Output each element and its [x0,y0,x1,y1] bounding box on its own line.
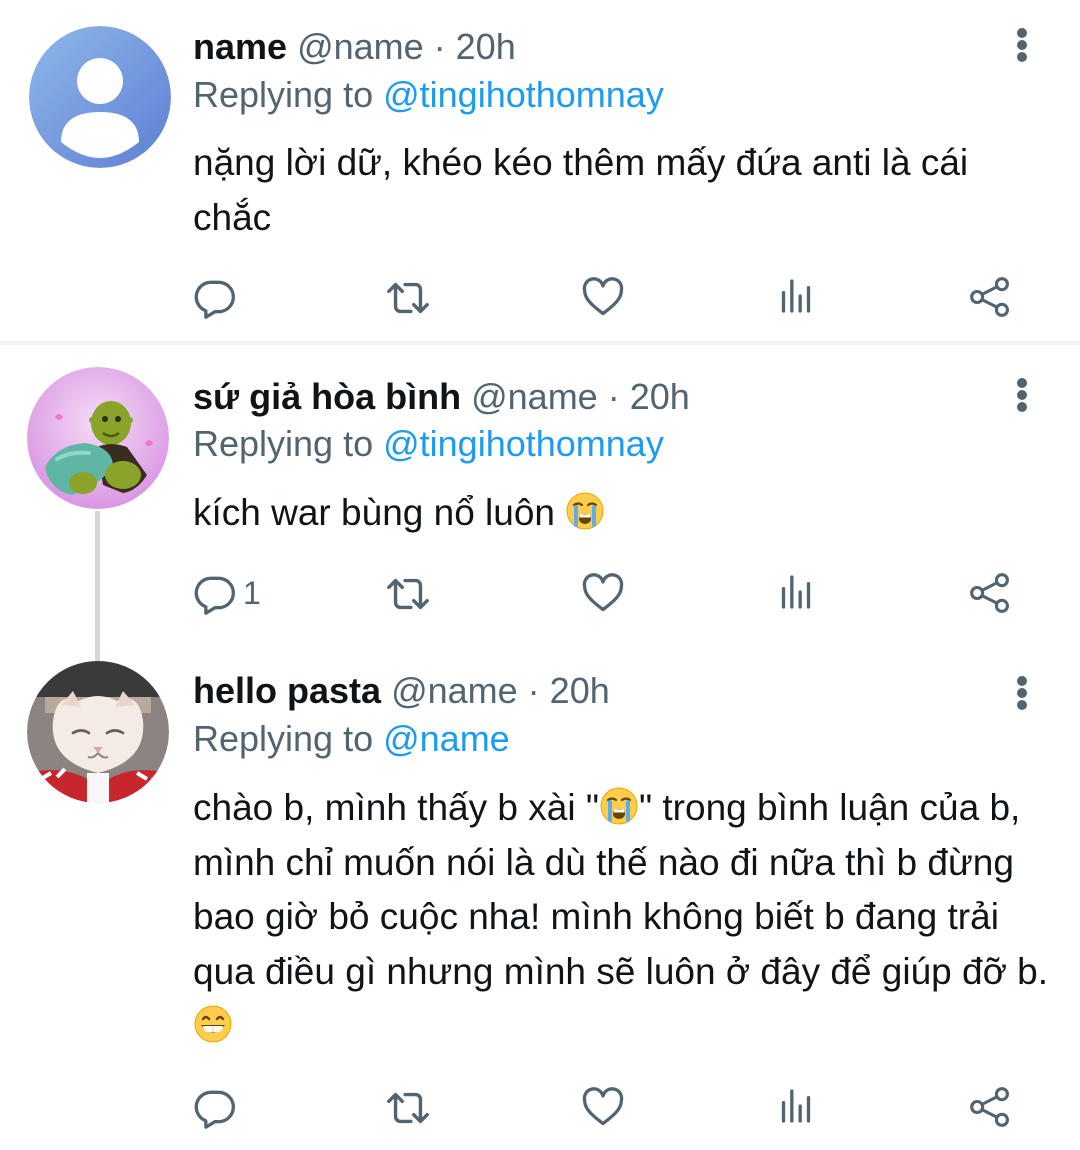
views-button[interactable] [776,571,816,621]
mention-link[interactable]: @tingihothomnay [383,423,664,464]
like-button[interactable] [581,1085,625,1135]
replying-to: Replying to @name [193,716,510,762]
replying-to-label: Replying to [193,718,384,759]
more-options-button[interactable] [1010,24,1034,64]
reply-button[interactable]: 1 [193,571,283,621]
tweet-3[interactable]: hello pasta @name · 20h Replying to @nam… [0,655,1080,1150]
cat-avatar[interactable] [27,661,169,803]
views-icon [776,571,816,613]
share-button[interactable] [968,571,1012,621]
tweet-2[interactable]: sứ giả hòa bình @name · 20h Replying to … [0,345,1080,655]
more-options-button[interactable] [1010,672,1034,712]
like-button[interactable] [581,275,625,325]
handle-time: @name · 20h [391,670,610,711]
reply-icon [193,571,237,615]
tweet-actions: 1 [0,571,1080,621]
reply-button[interactable] [193,275,237,325]
grinning-face-emoji [193,1004,233,1044]
views-icon [776,275,816,317]
display-name[interactable]: name [193,26,287,67]
replying-to: Replying to @tingihothomnay [193,72,664,118]
display-name[interactable]: hello pasta [193,670,381,711]
handle-time: @name · 20h [297,26,516,67]
retweet-icon [385,571,431,617]
like-button[interactable] [581,571,625,621]
mention-link[interactable]: @tingihothomnay [383,74,664,115]
share-icon [968,571,1012,615]
tweet-actions [0,275,1080,325]
replying-to-label: Replying to [193,74,384,115]
replying-to-label: Replying to [193,423,384,464]
shrek-avatar[interactable] [27,367,169,509]
more-options-button[interactable] [1010,374,1034,414]
reply-count: 1 [243,575,261,611]
share-icon [968,1085,1012,1129]
tweet-text-content: kích war bùng nổ luôn [193,492,556,533]
loudly-crying-face-emoji [565,491,605,531]
loudly-crying-face-emoji [599,786,639,826]
tweet-text-part-1: chào b, mình thấy b xài " [193,787,599,828]
views-icon [776,1085,816,1127]
display-name[interactable]: sứ giả hòa bình [193,376,461,417]
share-button[interactable] [968,275,1012,325]
share-icon [968,275,1012,319]
retweet-icon [385,275,431,321]
mention-link[interactable]: @name [383,718,510,759]
share-button[interactable] [968,1085,1012,1135]
thread-connector-line [95,511,100,661]
retweet-button[interactable] [385,571,431,621]
reply-icon [193,275,237,319]
reply-button[interactable] [193,1085,237,1135]
like-icon [581,1085,625,1129]
retweet-button[interactable] [385,1085,431,1135]
default-avatar-icon[interactable] [29,26,171,168]
replying-to: Replying to @tingihothomnay [193,421,664,467]
like-icon [581,275,625,319]
views-button[interactable] [776,1085,816,1135]
retweet-icon [385,1085,431,1131]
tweet-actions [0,1085,1080,1135]
reply-icon [193,1085,237,1129]
handle-time: @name · 20h [471,376,690,417]
tweet-text: kích war bùng nổ luôn [193,486,1053,541]
tweet-header: sứ giả hòa bình @name · 20h [193,374,690,420]
tweet-text: chào b, mình thấy b xài " " trong bình lu… [193,781,1053,1054]
like-icon [581,571,625,615]
tweet-text: nặng lời dữ, khéo kéo thêm mấy đứa anti … [193,142,969,238]
views-button[interactable] [776,275,816,325]
retweet-button[interactable] [385,275,431,325]
tweet-header: hello pasta @name · 20h [193,668,610,714]
tweet-header: name @name · 20h [193,24,516,70]
tweet-1[interactable]: name @name · 20h Replying to @tingihotho… [0,0,1080,341]
